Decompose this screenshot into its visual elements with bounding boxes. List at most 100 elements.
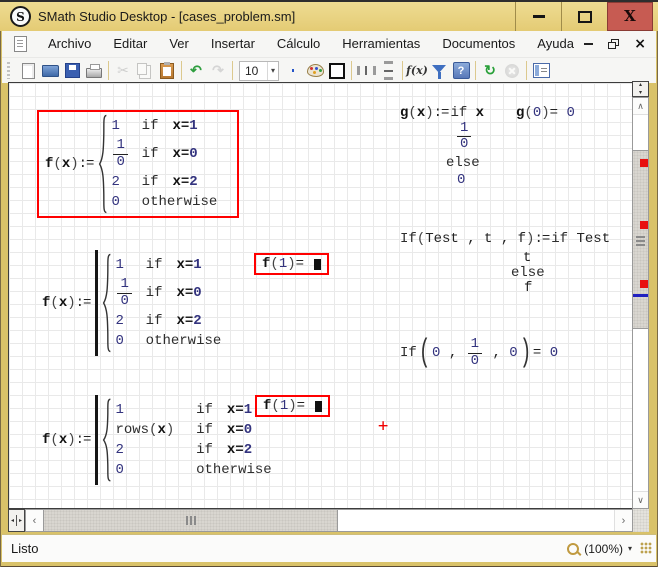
save-button[interactable] xyxy=(61,60,83,81)
menu-item-herramientas[interactable]: Herramientas xyxy=(331,31,431,57)
save-icon xyxy=(65,63,80,78)
filter-button[interactable] xyxy=(428,60,450,81)
border-button[interactable] xyxy=(326,60,348,81)
scrollbar-corner xyxy=(633,509,649,532)
align-vertical-button[interactable] xyxy=(377,60,399,81)
font-color-icon xyxy=(292,69,294,72)
maximize-icon xyxy=(578,11,592,23)
cases-brace-icon xyxy=(98,114,107,214)
print-button[interactable] xyxy=(83,60,105,81)
vertical-scroll-thumb[interactable] xyxy=(633,150,648,329)
menu-item-archivo[interactable]: Archivo xyxy=(37,31,102,57)
background-color-button[interactable] xyxy=(304,60,326,81)
case-row: rows(x)ifx=0 xyxy=(115,422,285,438)
toolbar-separator xyxy=(475,61,476,80)
paste-icon xyxy=(160,63,174,79)
split-down-icon: ▾ xyxy=(639,90,642,96)
open-file-button[interactable] xyxy=(39,60,61,81)
toolbar-drag-handle[interactable] xyxy=(7,62,10,79)
help-button[interactable] xyxy=(450,60,472,81)
copy-icon xyxy=(137,63,147,75)
caret-position-mark xyxy=(633,294,648,297)
document-close-icon[interactable]: × xyxy=(634,37,646,51)
abort-button xyxy=(501,60,523,81)
zoom-level[interactable]: (100%) xyxy=(584,542,623,556)
menu-item-insertar[interactable]: Insertar xyxy=(200,31,266,57)
menu-item-ver[interactable]: Ver xyxy=(158,31,200,57)
g-if-definition[interactable]: g(x):=if x 10 else 0 xyxy=(400,105,530,195)
resize-grip[interactable] xyxy=(640,542,652,554)
toolbar-separator xyxy=(181,61,182,80)
document-minimize-icon[interactable] xyxy=(584,43,593,45)
split-right-icon: ▸ xyxy=(19,517,22,524)
font-color-button[interactable] xyxy=(282,60,304,81)
case-row: 2ifx=2 xyxy=(115,313,235,329)
background-color-icon xyxy=(307,64,324,77)
f1-evaluation-error-2[interactable]: f(1)= xyxy=(255,395,330,417)
case-row: 1ifx=1 xyxy=(111,118,231,134)
definition-lhs: f(x):= xyxy=(45,156,95,172)
toolbar-separator xyxy=(232,61,233,80)
insert-function-button[interactable]: f(x) xyxy=(406,60,428,81)
g-evaluation[interactable]: g(0)= 0 xyxy=(516,105,575,121)
font-size-select[interactable]: 10▾ xyxy=(239,61,279,81)
close-icon: X xyxy=(624,9,636,24)
filter-icon xyxy=(432,65,446,73)
scroll-up-button[interactable]: ∧ xyxy=(633,98,648,115)
scroll-down-button[interactable]: ∨ xyxy=(633,491,648,508)
toolbar-separator xyxy=(351,61,352,80)
minimize-button[interactable] xyxy=(515,2,561,31)
vertical-split-handle[interactable]: ▴ ▾ xyxy=(632,81,649,97)
split-up-icon: ▴ xyxy=(639,82,642,88)
case-row: 10ifx=0 xyxy=(115,277,235,309)
maximize-button[interactable] xyxy=(561,2,607,31)
case-row: 0otherwise xyxy=(115,333,235,349)
vertical-scrollbar[interactable]: ∧ ∨ xyxy=(632,97,649,509)
window-title: SMath Studio Desktop - [cases_problem.sm… xyxy=(38,9,295,24)
paste-button[interactable] xyxy=(156,60,178,81)
piecewise-definition-rows[interactable]: f(x):=1ifx=1rows(x)ifx=02ifx=20otherwise xyxy=(42,398,286,482)
worksheet-canvas[interactable]: f(x):= 1ifx=1 10ifx=0 2ifx=2 0otherwise g(x)… xyxy=(8,82,633,509)
fraction: 10 xyxy=(457,121,471,153)
align-horizontal-icon xyxy=(357,66,376,75)
if-function-definition[interactable]: If(Test , t , f):=if Test t else f xyxy=(400,231,610,301)
piecewise-definition-error[interactable]: f(x):=1ifx=110ifx=02ifx=20otherwise xyxy=(37,110,239,218)
if-evaluation[interactable]: If(0 , 10 , 0)= 0 xyxy=(400,337,558,369)
toolbar-separator xyxy=(402,61,403,80)
menu-item-editar[interactable]: Editar xyxy=(102,31,158,57)
horizontal-split-handle[interactable]: ◂ ▸ xyxy=(8,509,25,532)
statusbar: Listo (100%) ▾ xyxy=(2,534,656,562)
document-restore-icon[interactable] xyxy=(608,39,619,49)
horizontal-scroll-thumb[interactable] xyxy=(43,510,338,531)
zoom-caret-icon[interactable]: ▾ xyxy=(628,544,632,553)
close-button[interactable]: X xyxy=(607,2,653,31)
placeholder-box xyxy=(315,401,322,412)
undo-button[interactable]: ↶ xyxy=(185,60,207,81)
case-row: 2ifx=2 xyxy=(111,174,231,190)
definition-lhs: f(x):= xyxy=(42,295,92,311)
piecewise-definition-program[interactable]: f(x):=1ifx=110ifx=02ifx=20otherwise xyxy=(42,253,235,353)
cut-button: ✂ xyxy=(112,60,134,81)
chevron-down-icon[interactable]: ▾ xyxy=(267,62,278,80)
recalculate-button[interactable]: ↻ xyxy=(479,60,501,81)
new-document-button[interactable] xyxy=(17,60,39,81)
scroll-left-button[interactable]: ‹ xyxy=(26,510,44,531)
menu-item-calculo[interactable]: Cálculo xyxy=(266,31,331,57)
thumb-grip-icon xyxy=(636,236,645,246)
scroll-right-button[interactable]: › xyxy=(614,510,632,531)
help-icon xyxy=(453,62,470,79)
menu-item-documentos[interactable]: Documentos xyxy=(431,31,526,57)
print-icon xyxy=(86,68,102,78)
show-panels-button[interactable] xyxy=(530,60,552,81)
fraction: 10 xyxy=(117,277,131,309)
cases-brace-icon xyxy=(102,253,111,353)
split-left-icon: ◂ xyxy=(11,517,14,524)
border-icon xyxy=(329,63,345,79)
horizontal-scrollbar[interactable]: ‹ › xyxy=(25,509,633,532)
align-horizontal-button[interactable] xyxy=(355,60,377,81)
fraction: 10 xyxy=(468,337,482,369)
cases-brace-icon xyxy=(102,398,111,482)
f1-evaluation-error[interactable]: f(1)= xyxy=(254,253,329,275)
document-icon[interactable] xyxy=(14,36,27,52)
menu-item-ayuda[interactable]: Ayuda xyxy=(526,31,585,57)
